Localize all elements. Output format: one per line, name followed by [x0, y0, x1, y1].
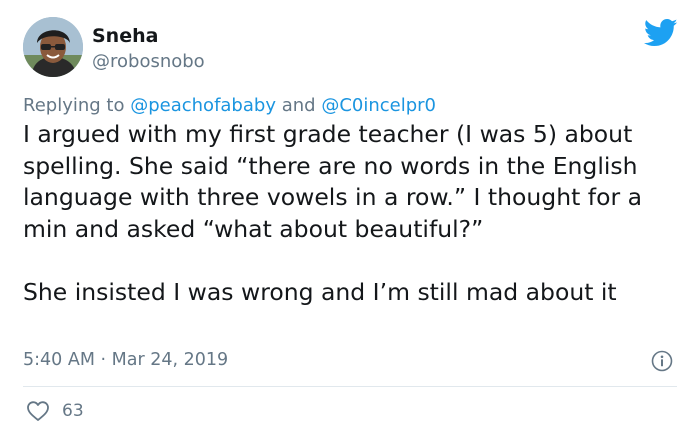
- tweet-timestamp[interactable]: 5:40 AM · Mar 24, 2019: [23, 348, 228, 372]
- like-button[interactable]: 63: [26, 399, 84, 423]
- like-count: 63: [62, 401, 84, 421]
- reply-context: Replying to @peachofababy and @C0incelpr…: [23, 94, 436, 118]
- tweet-paragraph: I argued with my first grade teacher (I …: [23, 120, 650, 243]
- avatar[interactable]: [23, 17, 83, 77]
- mention-link[interactable]: @C0incelpr0: [321, 95, 436, 116]
- mention-link[interactable]: @peachofababy: [130, 95, 276, 116]
- reply-prefix: Replying to: [23, 95, 125, 116]
- divider: [23, 386, 677, 387]
- author-name[interactable]: Sneha: [92, 24, 158, 48]
- tweet-text: I argued with my first grade teacher (I …: [23, 119, 683, 308]
- heart-icon[interactable]: [26, 400, 50, 422]
- info-icon[interactable]: [651, 350, 673, 372]
- twitter-bird-icon[interactable]: [643, 18, 678, 48]
- reply-connector: and: [281, 95, 316, 116]
- tweet-paragraph: She insisted I was wrong and I’m still m…: [23, 277, 617, 306]
- tweet-card: Sneha @robosnobo Replying to @peachofaba…: [0, 0, 700, 441]
- author-handle[interactable]: @robosnobo: [92, 50, 205, 74]
